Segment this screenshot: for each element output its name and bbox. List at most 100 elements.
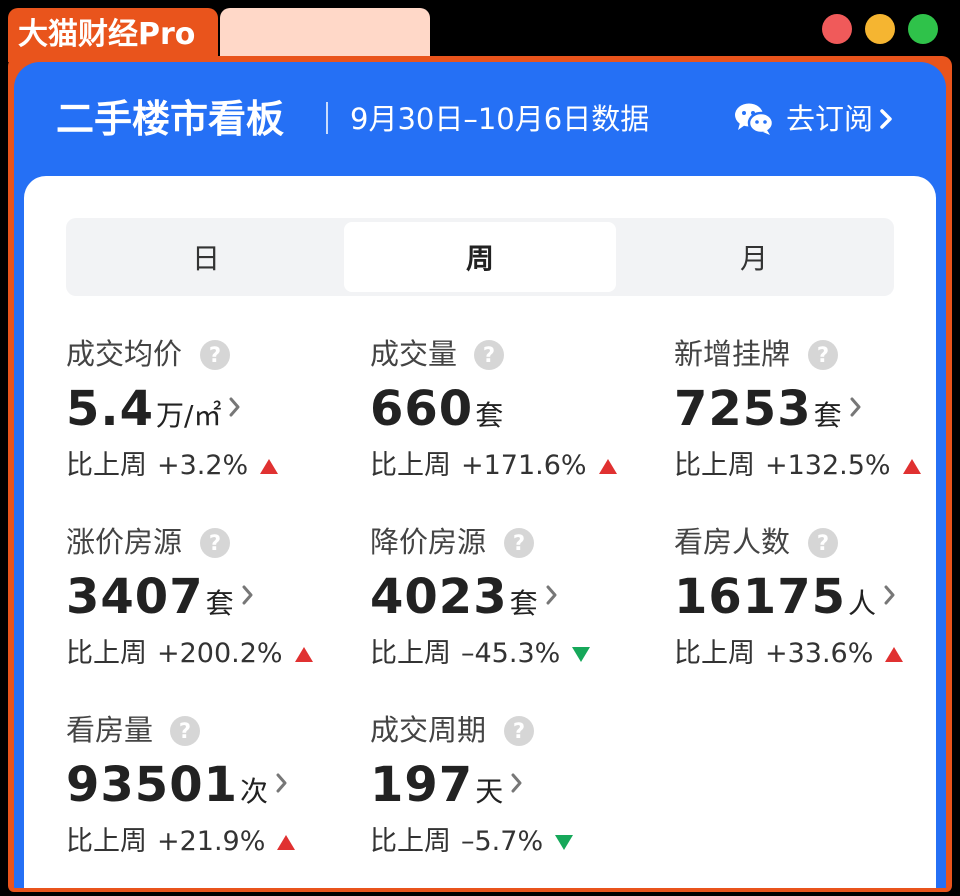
metric-value-link[interactable]: 16175 人 xyxy=(674,566,896,628)
chevron-right-icon xyxy=(850,396,862,422)
trend-up-icon xyxy=(260,458,279,474)
metric-unit: 套 xyxy=(205,587,234,620)
metric-change: 比上周 +3.2% xyxy=(66,446,279,486)
wechat-icon xyxy=(734,102,774,136)
change-prefix: 比上周 xyxy=(66,450,147,481)
help-icon[interactable]: ? xyxy=(200,340,230,370)
minimize-window-button[interactable] xyxy=(865,14,895,44)
trend-down-icon xyxy=(572,646,591,662)
metric-change: 比上周 –45.3% xyxy=(370,634,591,674)
change-value: +200.2% xyxy=(157,638,283,669)
dashboard-panel: 二手楼市看板 9月30日–10月6日数据 去订阅 日 周 月 成交均价 ? 5.… xyxy=(14,62,946,888)
metric-value: 5.4 xyxy=(66,381,155,437)
metric-change: 比上周 +132.5% xyxy=(674,446,921,486)
close-window-button[interactable] xyxy=(822,14,852,44)
change-value: +171.6% xyxy=(461,450,587,481)
chevron-right-icon xyxy=(511,772,523,798)
trend-up-icon xyxy=(598,458,617,474)
change-value: +3.2% xyxy=(157,450,249,481)
change-prefix: 比上周 xyxy=(370,450,451,481)
metric-change: 比上周 +21.9% xyxy=(66,822,296,862)
metric-new-listings: 新增挂牌 ? 7253 套 比上周 +132.5% xyxy=(674,334,946,494)
maximize-window-button[interactable] xyxy=(908,14,938,44)
metric-value: 7253 xyxy=(674,381,812,437)
change-value: +21.9% xyxy=(157,826,266,857)
metric-change: 比上周 +171.6% xyxy=(370,446,617,486)
metric-value: 197 xyxy=(370,757,474,813)
metric-change: 比上周 +33.6% xyxy=(674,634,904,674)
help-icon[interactable]: ? xyxy=(504,716,534,746)
change-value: +132.5% xyxy=(765,450,891,481)
metric-unit: 次 xyxy=(240,775,269,808)
chevron-right-icon xyxy=(276,772,288,798)
metric-value-link[interactable]: 660 套 xyxy=(370,378,503,440)
chevron-right-icon xyxy=(879,108,893,130)
metric-unit: 套 xyxy=(475,399,504,432)
metric-label: 看房量 xyxy=(66,713,154,747)
stats-card: 日 周 月 成交均价 ? 5.4 万/㎡ 比上周 +3.2% 成交量 ? 660… xyxy=(24,176,936,888)
change-prefix: 比上周 xyxy=(66,826,147,857)
change-value: –45.3% xyxy=(461,638,561,669)
metric-value-link[interactable]: 93501 次 xyxy=(66,754,288,816)
metric-value: 16175 xyxy=(674,569,846,625)
metric-label: 涨价房源 xyxy=(66,525,183,559)
metric-label: 新增挂牌 xyxy=(674,337,791,371)
chevron-right-icon xyxy=(242,584,254,610)
metric-change: 比上周 +200.2% xyxy=(66,634,313,674)
help-icon[interactable]: ? xyxy=(474,340,504,370)
metric-label: 成交均价 xyxy=(66,337,183,371)
brand-name: 大猫财经Pro xyxy=(18,17,196,52)
help-icon[interactable]: ? xyxy=(808,340,838,370)
change-prefix: 比上周 xyxy=(674,638,755,669)
metric-price-down-listings: 降价房源 ? 4023 套 比上周 –45.3% xyxy=(370,522,660,682)
metric-label: 成交周期 xyxy=(370,713,487,747)
metric-avg-price: 成交均价 ? 5.4 万/㎡ 比上周 +3.2% xyxy=(66,334,356,494)
change-value: –5.7% xyxy=(461,826,544,857)
metric-volume: 成交量 ? 660 套 比上周 +171.6% xyxy=(370,334,660,494)
metric-value-link[interactable]: 7253 套 xyxy=(674,378,862,440)
metric-unit: 套 xyxy=(509,587,538,620)
help-icon[interactable]: ? xyxy=(200,528,230,558)
metric-value: 660 xyxy=(370,381,474,437)
metric-value: 3407 xyxy=(66,569,204,625)
chevron-right-icon xyxy=(546,584,558,610)
help-icon[interactable]: ? xyxy=(808,528,838,558)
metric-viewers: 看房人数 ? 16175 人 比上周 +33.6% xyxy=(674,522,946,682)
background-tab[interactable] xyxy=(220,8,430,62)
chevron-right-icon xyxy=(229,396,241,422)
change-value: +33.6% xyxy=(765,638,874,669)
metric-value-link[interactable]: 3407 套 xyxy=(66,566,254,628)
page-title: 二手楼市看板 xyxy=(56,97,285,141)
metric-label: 成交量 xyxy=(370,337,458,371)
metric-value-link[interactable]: 5.4 万/㎡ xyxy=(66,378,241,440)
help-icon[interactable]: ? xyxy=(504,528,534,558)
header-divider xyxy=(326,102,328,134)
metric-unit: 天 xyxy=(475,775,504,808)
app-frame: 大猫财经Pro 二手楼市看板 9月30日–10月6日数据 去订阅 日 周 月 成… xyxy=(0,0,960,896)
trend-up-icon xyxy=(277,834,296,850)
trend-up-icon xyxy=(294,646,313,662)
subscribe-button[interactable]: 去订阅 xyxy=(734,94,914,144)
metric-value-link[interactable]: 197 天 xyxy=(370,754,523,816)
metric-unit: 万/㎡ xyxy=(156,399,222,432)
metric-label: 降价房源 xyxy=(370,525,487,559)
date-range: 9月30日–10月6日数据 xyxy=(350,102,650,136)
period-tabs: 日 周 月 xyxy=(66,218,894,296)
metric-unit: 套 xyxy=(813,399,842,432)
metric-value: 93501 xyxy=(66,757,238,813)
tab-month[interactable]: 月 xyxy=(618,222,890,292)
metric-price-up-listings: 涨价房源 ? 3407 套 比上周 +200.2% xyxy=(66,522,356,682)
subscribe-label: 去订阅 xyxy=(786,102,874,136)
metric-change: 比上周 –5.7% xyxy=(370,822,574,862)
help-icon[interactable]: ? xyxy=(170,716,200,746)
metric-value-link[interactable]: 4023 套 xyxy=(370,566,558,628)
trend-up-icon xyxy=(885,646,904,662)
metric-viewings: 看房量 ? 93501 次 比上周 +21.9% xyxy=(66,710,356,870)
change-prefix: 比上周 xyxy=(66,638,147,669)
tab-day[interactable]: 日 xyxy=(70,222,342,292)
tab-week[interactable]: 周 xyxy=(344,222,616,292)
metric-unit: 人 xyxy=(848,587,877,620)
change-prefix: 比上周 xyxy=(370,638,451,669)
trend-down-icon xyxy=(555,834,574,850)
change-prefix: 比上周 xyxy=(674,450,755,481)
